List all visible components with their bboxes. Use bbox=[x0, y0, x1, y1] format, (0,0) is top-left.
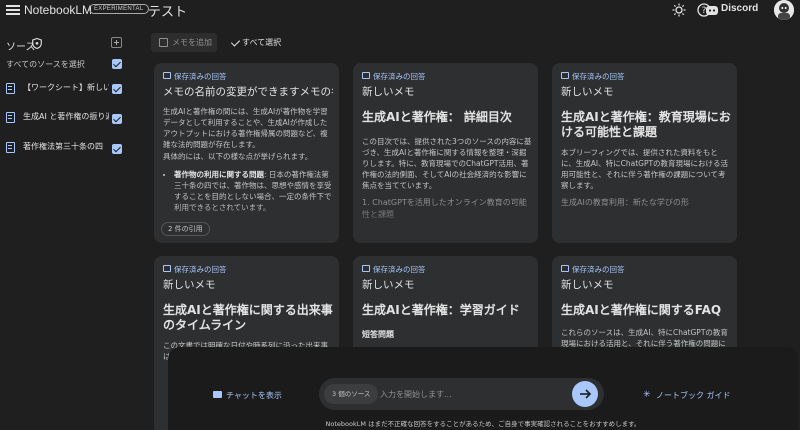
note-title: 新しいメモ bbox=[362, 279, 415, 291]
note-card[interactable]: 保存済みの回答 新しいメモ 生成AIと著作権： 詳細目次 この目次では、提供され… bbox=[353, 63, 538, 243]
add-memo-label: メモを追加 bbox=[172, 38, 212, 47]
saved-response-icon bbox=[362, 265, 370, 272]
memo-icon bbox=[159, 38, 168, 47]
note-card[interactable]: 保存済みの回答 メモの名前の変更ができますメモの名前 生成AIと著作権の間には、… bbox=[154, 63, 339, 243]
notebook-title[interactable]: テスト bbox=[148, 1, 187, 20]
note-heading: 生成AIと著作権：教育現場における可能性と課題 bbox=[561, 110, 731, 139]
source-count-chip[interactable]: 3 個のソース bbox=[324, 384, 379, 404]
source-label: 著作権法第三十条の四 bbox=[23, 142, 103, 151]
sources-panel: ソース すべてのソースを選択 【ワークシート】新しい… 生成AI と著作権の振り… bbox=[0, 30, 130, 430]
add-memo-button[interactable]: メモを追加 bbox=[151, 33, 217, 52]
saved-response-icon bbox=[561, 265, 569, 272]
note-body: 本ブリーフィングでは、提供された資料をもとに、生成AI、特にChatGPTの教育… bbox=[561, 148, 729, 190]
note-tag: 保存済みの回答 bbox=[174, 72, 227, 81]
note-heading: 生成AIと著作権： 詳細目次 bbox=[362, 110, 512, 124]
note-title: 新しいメモ bbox=[561, 279, 614, 291]
chat-icon bbox=[213, 391, 222, 398]
chat-dock: チャットを表示 3 個のソース ✳ ノートブック ガイド NotebookLM … bbox=[168, 347, 798, 430]
check-icon bbox=[230, 37, 241, 47]
note-title: メモの名前の変更ができますメモの名前 bbox=[163, 86, 333, 98]
note-body: 生成AIと著作権の間には、生成AIが著作物を学習データとして利用することや、生成… bbox=[163, 107, 328, 149]
source-checkbox[interactable] bbox=[112, 84, 122, 94]
avatar[interactable] bbox=[774, 0, 794, 20]
chat-input[interactable] bbox=[380, 386, 565, 402]
note-heading: 生成AIと著作権に関する出来事のタイムライン bbox=[163, 303, 333, 332]
document-icon bbox=[6, 83, 15, 94]
saved-response-icon bbox=[561, 72, 569, 79]
note-tag: 保存済みの回答 bbox=[174, 265, 227, 274]
note-body: この目次では、提供された3つのソースの内容に基づき、生成AIと著作権に関する情報… bbox=[362, 137, 532, 190]
citation-chip[interactable]: 2 件の引用 bbox=[161, 222, 210, 236]
fade-overlay bbox=[353, 203, 538, 243]
discord-icon[interactable] bbox=[705, 3, 719, 17]
shield-icon bbox=[32, 38, 42, 49]
fade-overlay bbox=[552, 203, 737, 243]
app-header: NotebookLM EXPERIMENTAL テスト ? Discord bbox=[0, 0, 800, 22]
source-label: 生成AI と著作権の振り返り bbox=[23, 112, 109, 121]
send-button[interactable] bbox=[572, 381, 598, 407]
select-all-notes-button[interactable]: すべて選択 bbox=[242, 37, 281, 48]
document-icon bbox=[6, 142, 15, 153]
select-all-sources-checkbox[interactable] bbox=[112, 59, 122, 69]
discord-link[interactable]: Discord bbox=[721, 3, 758, 14]
show-chat-button[interactable]: チャットを表示 bbox=[226, 390, 282, 401]
theme-toggle-icon[interactable] bbox=[672, 3, 686, 17]
avatar-image bbox=[774, 0, 794, 20]
brand-name[interactable]: NotebookLM bbox=[24, 3, 92, 17]
note-tag: 保存済みの回答 bbox=[572, 265, 625, 274]
source-label: 【ワークシート】新しい… bbox=[23, 83, 109, 92]
note-tag: 保存済みの回答 bbox=[373, 265, 426, 274]
source-checkbox[interactable] bbox=[112, 144, 122, 154]
note-title: 新しいメモ bbox=[561, 86, 614, 98]
disclaimer-text: NotebookLM はまだ不正確な回答をすることがあるため、ご自身で事実確認さ… bbox=[325, 420, 641, 428]
arrow-right-icon bbox=[580, 389, 592, 399]
source-checkbox[interactable] bbox=[112, 114, 122, 124]
note-subheading: 短答問題 bbox=[362, 330, 394, 339]
note-tag: 保存済みの回答 bbox=[373, 72, 426, 81]
note-body: 具体的には、以下の様な点が挙げられます。 bbox=[163, 152, 313, 161]
menu-icon[interactable] bbox=[6, 3, 20, 17]
notebook-guide-button[interactable]: ノートブック ガイド bbox=[656, 390, 731, 401]
saved-response-icon bbox=[163, 72, 171, 79]
note-heading: 生成AIと著作権に関するFAQ bbox=[561, 303, 722, 317]
note-card[interactable]: 保存済みの回答 新しいメモ 生成AIと著作権：教育現場における可能性と課題 本ブ… bbox=[552, 63, 737, 243]
note-tag: 保存済みの回答 bbox=[572, 72, 625, 81]
bullet-heading: 著作物の利用に関する問題 bbox=[174, 170, 264, 179]
note-title: 新しいメモ bbox=[163, 279, 216, 291]
select-all-sources-label: すべてのソースを選択 bbox=[6, 60, 85, 69]
sparkle-icon: ✳ bbox=[643, 390, 651, 400]
note-title: 新しいメモ bbox=[362, 86, 415, 98]
note-heading: 生成AIと著作権：学習ガイド bbox=[362, 303, 520, 317]
add-source-icon[interactable] bbox=[111, 37, 122, 48]
experimental-badge: EXPERIMENTAL bbox=[89, 4, 149, 14]
chat-input-container: 3 個のソース bbox=[319, 378, 604, 410]
saved-response-icon bbox=[362, 72, 370, 79]
saved-response-icon bbox=[163, 265, 171, 272]
document-icon bbox=[6, 112, 15, 123]
